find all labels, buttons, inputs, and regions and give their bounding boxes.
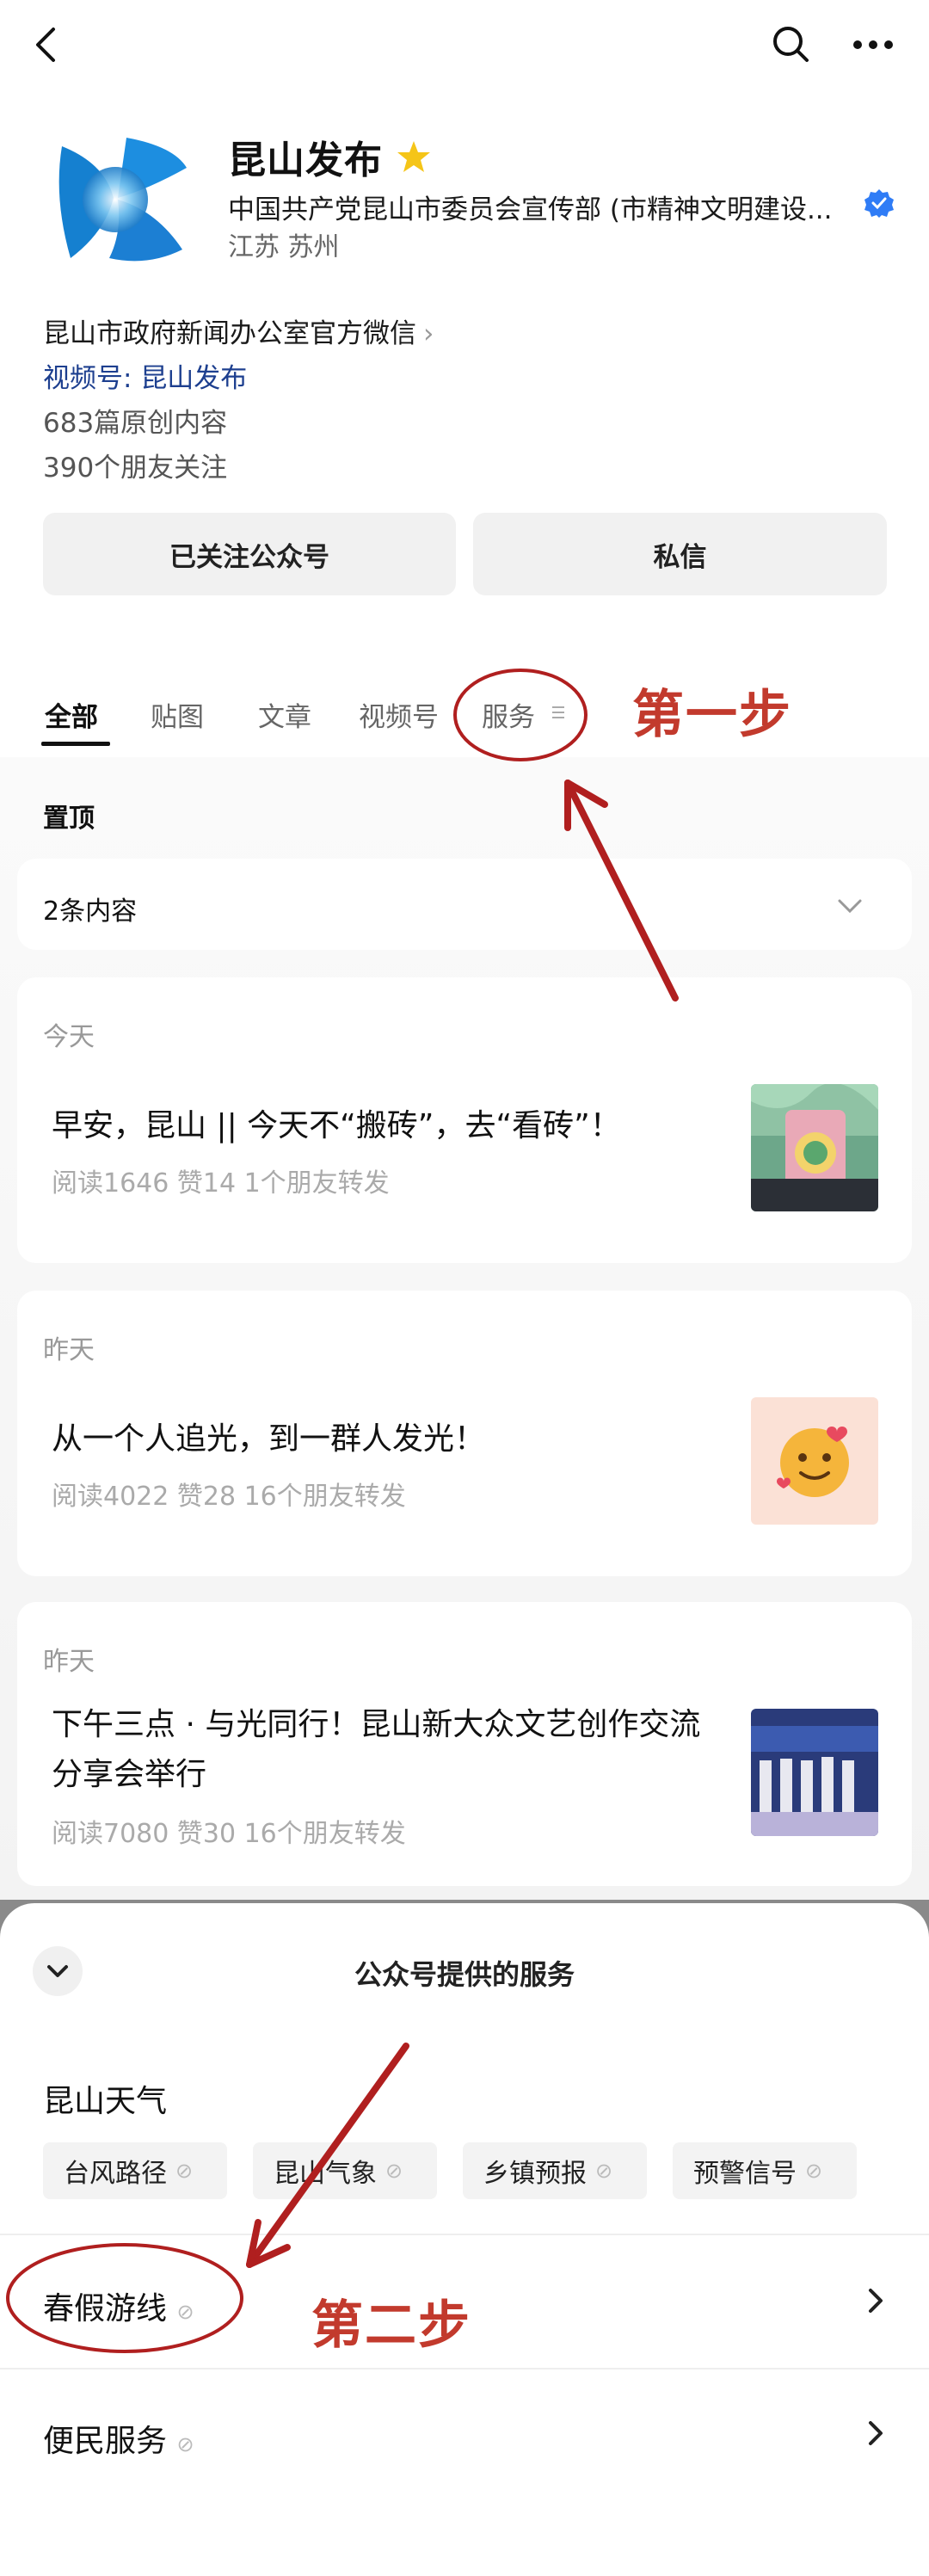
verified-badge-icon	[864, 188, 895, 219]
tab-active-indicator	[41, 742, 110, 746]
article-day: 今天	[43, 1022, 95, 1052]
service-row-convenience[interactable]: 便民服务 ⊘	[43, 2416, 194, 2461]
account-description-text: 昆山市政府新闻办公室官方微信	[43, 318, 416, 349]
annotation-circle-services-tab	[451, 666, 590, 764]
original-count: 683篇原创内容	[43, 408, 228, 439]
pinned-card[interactable]	[17, 859, 912, 950]
article-day: 昨天	[43, 1647, 95, 1677]
account-description[interactable]: 昆山市政府新闻办公室官方微信 ›	[43, 311, 434, 350]
tab-posts[interactable]: 贴图	[151, 695, 204, 734]
account-location: 江苏 苏州	[228, 232, 340, 262]
chip-label: 乡镇预报	[483, 2159, 587, 2189]
service-chip[interactable]: 乡镇预报 ⊘	[463, 2142, 647, 2199]
divider	[0, 2234, 929, 2235]
back-icon[interactable]	[24, 21, 72, 69]
link-icon: ⊘	[385, 2159, 403, 2183]
tab-video[interactable]: 视频号	[359, 695, 439, 734]
account-name: 昆山发布	[228, 139, 383, 182]
row-label: 便民服务	[43, 2424, 168, 2459]
chevron-right-icon: ›	[423, 318, 434, 349]
chip-label: 昆山气象	[274, 2159, 377, 2189]
article-meta: 阅读4022 赞28 16个朋友转发	[52, 1482, 406, 1512]
service-chip[interactable]: 预警信号 ⊘	[673, 2142, 857, 2199]
tab-articles[interactable]: 文章	[258, 695, 311, 734]
link-icon: ⊘	[805, 2159, 823, 2183]
message-button[interactable]: 私信	[473, 513, 887, 595]
chip-label: 台风路径	[64, 2159, 167, 2189]
annotation-circle-spring-tour	[3, 2240, 246, 2356]
article-day: 昨天	[43, 1335, 95, 1365]
article-title[interactable]: 早安，昆山 || 今天不“搬砖”，去“看砖”！	[52, 1101, 731, 1151]
step-one-annotation: 第一步	[632, 685, 792, 745]
article-thumbnail[interactable]	[751, 1709, 878, 1836]
article-meta: 阅读7080 赞30 16个朋友转发	[52, 1819, 406, 1849]
star-icon[interactable]	[396, 139, 432, 174]
pinned-label: 置顶	[43, 804, 95, 834]
article-title[interactable]: 从一个人追光，到一群人发光！	[52, 1414, 731, 1464]
tab-all[interactable]: 全部	[45, 695, 98, 734]
account-org[interactable]: 中国共产党昆山市委员会宣传部 (市精神文明建设...	[228, 188, 856, 226]
chevron-right-icon[interactable]	[860, 2283, 891, 2318]
chip-label: 预警信号	[693, 2159, 797, 2189]
services-sheet	[0, 1903, 929, 2576]
weather-section-title: 昆山天气	[43, 2084, 168, 2119]
article-title[interactable]: 下午三点 · 与光同行！昆山新大众文艺创作交流分享会举行	[52, 1700, 731, 1800]
divider	[0, 2368, 929, 2370]
pinned-summary: 2条内容	[43, 897, 138, 927]
service-chip[interactable]: 昆山气象 ⊘	[253, 2142, 437, 2199]
link-icon: ⊘	[595, 2159, 613, 2183]
search-icon[interactable]	[767, 21, 815, 69]
chevron-down-icon[interactable]	[834, 893, 865, 919]
video-account-link[interactable]: 视频号: 昆山发布	[43, 356, 247, 395]
link-icon: ⊘	[176, 2432, 194, 2456]
account-logo	[45, 129, 193, 267]
article-meta: 阅读1646 赞14 1个朋友转发	[52, 1168, 390, 1199]
sheet-title: 公众号提供的服务	[354, 1958, 575, 1991]
link-icon: ⊘	[175, 2159, 194, 2183]
article-thumbnail[interactable]	[751, 1084, 878, 1211]
chevron-right-icon[interactable]	[860, 2416, 891, 2450]
more-dots-icon[interactable]	[847, 21, 899, 69]
friends-follow-count: 390个朋友关注	[43, 453, 228, 484]
followed-button[interactable]: 已关注公众号	[43, 513, 456, 595]
step-two-annotation: 第二步	[311, 2296, 471, 2356]
article-thumbnail[interactable]	[751, 1397, 878, 1525]
service-chip[interactable]: 台风路径 ⊘	[43, 2142, 227, 2199]
